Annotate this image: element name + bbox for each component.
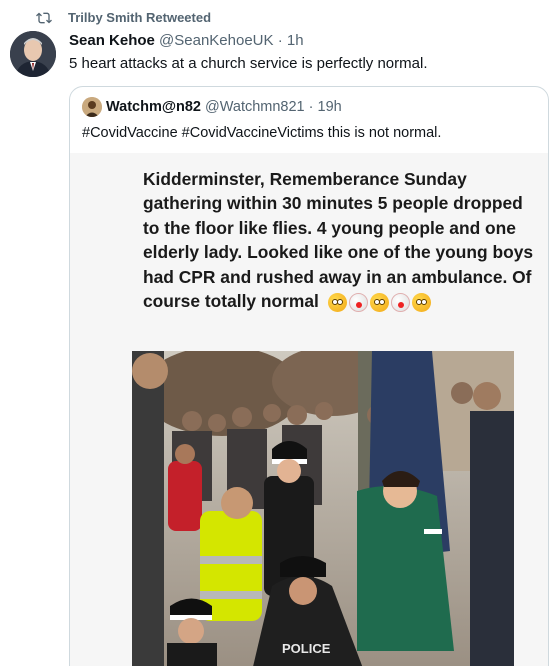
- author-handle[interactable]: @SeanKehoeUK: [159, 32, 273, 49]
- crowd-photo: POLICE: [132, 351, 514, 666]
- quoted-header: Watchm@n82 @Watchmn821 · 19h: [106, 98, 342, 116]
- quoted-time: 19h: [317, 99, 342, 115]
- quoted-author-handle: @Watchmn821: [205, 99, 305, 115]
- clown-face-icon: [390, 292, 410, 312]
- flushed-face-icon: [411, 292, 431, 312]
- meta-separator: ·: [277, 32, 283, 49]
- quoted-tweet[interactable]: Watchm@n82 @Watchmn821 · 19h #CovidVacci…: [69, 86, 549, 666]
- tweet-time[interactable]: 1h: [287, 32, 304, 49]
- retweet-icon: [36, 12, 52, 24]
- media-caption-text: Kidderminster, Rememberance Sunday gathe…: [143, 169, 534, 312]
- quoted-media[interactable]: Kidderminster, Rememberance Sunday gathe…: [70, 153, 548, 666]
- quoted-text: #CovidVaccine #CovidVaccineVictims this …: [82, 125, 442, 141]
- media-caption: Kidderminster, Rememberance Sunday gathe…: [143, 167, 543, 313]
- clown-face-icon: [348, 292, 368, 312]
- police-vest-label: POLICE: [282, 641, 331, 656]
- flushed-face-icon: [327, 292, 347, 312]
- quoted-separator: ·: [308, 99, 314, 115]
- author-name[interactable]: Sean Kehoe: [69, 32, 155, 49]
- avatar-image: [10, 31, 56, 77]
- quoted-avatar: [82, 97, 102, 117]
- retweet-label: Trilby Smith Retweeted: [68, 10, 212, 25]
- tweet-text: 5 heart attacks at a church service is p…: [69, 55, 428, 72]
- tweet-header: Sean Kehoe @SeanKehoeUK · 1h: [69, 32, 304, 50]
- quoted-author-name: Watchm@n82: [106, 99, 201, 115]
- flushed-face-icon: [369, 292, 389, 312]
- avatar[interactable]: [10, 31, 56, 77]
- emoji-row: [327, 292, 431, 312]
